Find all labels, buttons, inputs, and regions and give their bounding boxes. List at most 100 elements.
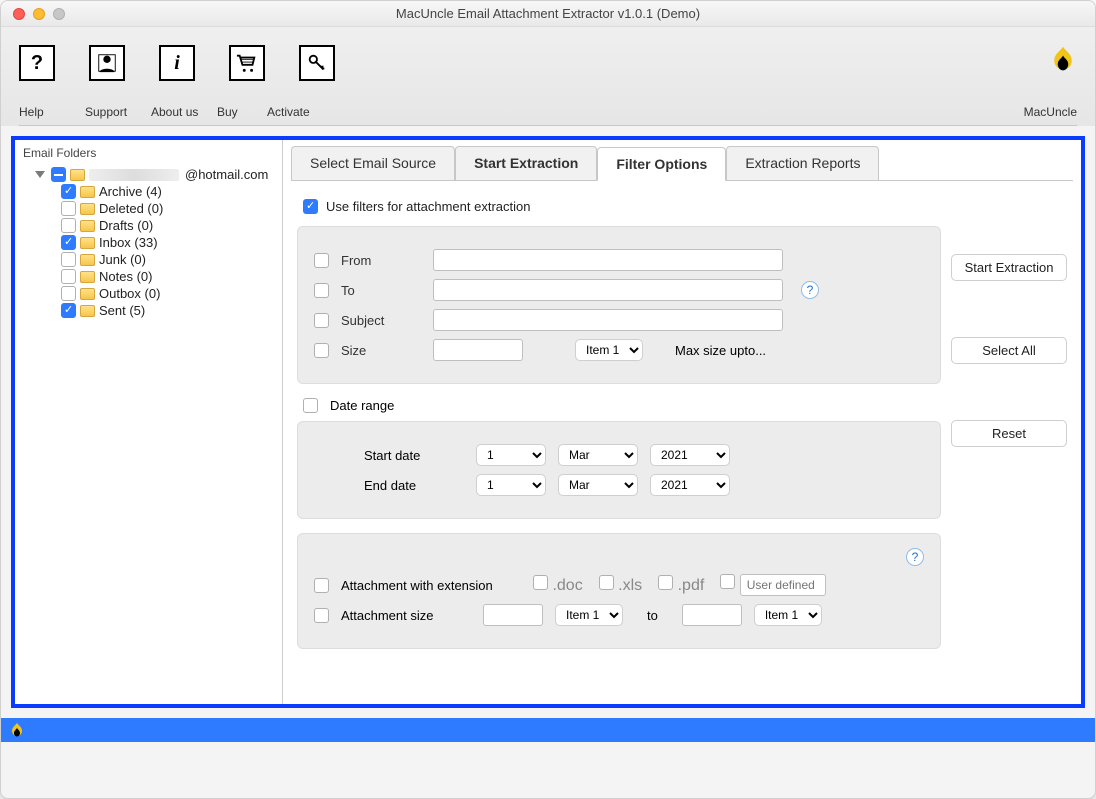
date-range-group: Start date 1 Mar 2021 End date 1 Mar 202 [297,421,941,519]
folder-row: Junk (0) [21,251,276,268]
folder-row: Archive (4) [21,183,276,200]
start-day-select[interactable]: 1 [476,444,546,466]
subject-input[interactable] [433,309,783,331]
att-ext-checkbox[interactable] [314,578,329,593]
size-input[interactable] [433,339,523,361]
folder-icon [80,254,95,266]
to-checkbox[interactable] [314,283,329,298]
sidebar: Email Folders @hotmail.com Archive (4) D… [15,140,283,704]
max-size-hint: Max size upto... [675,343,766,358]
att-size-to-input[interactable] [682,604,742,626]
question-icon: ? [31,52,43,75]
date-range-label: Date range [330,398,394,413]
buy-button[interactable] [229,45,265,81]
folder-row: Outbox (0) [21,285,276,302]
folder-row: Drafts (0) [21,217,276,234]
sidebar-title: Email Folders [21,144,276,166]
ext-doc-label: .doc [552,577,582,594]
att-size-from-unit[interactable]: Item 1 [555,604,623,626]
folder-label[interactable]: Notes (0) [99,269,152,284]
date-range-checkbox[interactable] [303,398,318,413]
activate-label[interactable]: Activate [267,105,317,119]
tab-extraction-reports[interactable]: Extraction Reports [726,146,879,180]
end-day-select[interactable]: 1 [476,474,546,496]
ext-user-checkbox[interactable] [720,574,735,589]
ext-xls-checkbox[interactable] [599,575,614,590]
from-input[interactable] [433,249,783,271]
support-button[interactable] [89,45,125,81]
from-checkbox[interactable] [314,253,329,268]
folder-checkbox[interactable] [61,218,76,233]
tab-select-source[interactable]: Select Email Source [291,146,455,180]
folder-label[interactable]: Junk (0) [99,252,146,267]
folder-row: Deleted (0) [21,200,276,217]
minimize-icon[interactable] [33,8,45,20]
subject-label: Subject [341,313,421,328]
ext-doc-checkbox[interactable] [533,575,548,590]
ext-xls-label: .xls [618,577,642,594]
about-button[interactable]: i [159,45,195,81]
folder-icon [80,203,95,215]
folder-checkbox[interactable] [61,252,76,267]
end-year-select[interactable]: 2021 [650,474,730,496]
folder-label[interactable]: Sent (5) [99,303,145,318]
account-row[interactable]: @hotmail.com [21,166,276,183]
to-input[interactable] [433,279,783,301]
folder-checkbox[interactable] [61,201,76,216]
text-filters-group: From To? Subject Size Item 1 Max size up… [297,226,941,384]
close-icon[interactable] [13,8,25,20]
account-checkbox[interactable] [51,167,66,182]
status-bar [1,718,1095,742]
account-name-redacted [89,169,179,181]
size-checkbox[interactable] [314,343,329,358]
att-size-checkbox[interactable] [314,608,329,623]
help-icon[interactable]: ? [906,548,924,566]
folder-checkbox[interactable] [61,184,76,199]
about-label[interactable]: About us [151,105,201,119]
end-month-select[interactable]: Mar [558,474,638,496]
folder-label[interactable]: Drafts (0) [99,218,153,233]
use-filters-checkbox[interactable] [303,199,318,214]
account-suffix: @hotmail.com [185,167,268,182]
folder-label[interactable]: Inbox (33) [99,235,158,250]
help-icon[interactable]: ? [801,281,819,299]
att-size-to-unit[interactable]: Item 1 [754,604,822,626]
info-icon: i [174,52,180,75]
brand-icon-small [9,722,25,738]
size-unit-select[interactable]: Item 1 [575,339,643,361]
folder-icon [80,288,95,300]
att-size-from-input[interactable] [483,604,543,626]
folder-checkbox[interactable] [61,235,76,250]
select-all-button[interactable]: Select All [951,337,1067,364]
folder-checkbox[interactable] [61,269,76,284]
activate-button[interactable] [299,45,335,81]
ext-pdf-checkbox[interactable] [658,575,673,590]
support-label[interactable]: Support [85,105,135,119]
to-word: to [647,608,658,623]
help-button[interactable]: ? [19,45,55,81]
end-date-label: End date [364,478,464,493]
reset-button[interactable]: Reset [951,420,1067,447]
folder-row: Notes (0) [21,268,276,285]
tab-start-extraction[interactable]: Start Extraction [455,146,597,180]
to-label: To [341,283,421,298]
folder-label[interactable]: Deleted (0) [99,201,163,216]
folder-label[interactable]: Outbox (0) [99,286,160,301]
folder-checkbox[interactable] [61,286,76,301]
brand-label[interactable]: MacUncle [1024,105,1077,119]
tab-filter-options[interactable]: Filter Options [597,147,726,181]
subject-checkbox[interactable] [314,313,329,328]
help-label[interactable]: Help [19,105,69,119]
from-label: From [341,253,421,268]
folder-label[interactable]: Archive (4) [99,184,162,199]
buy-label[interactable]: Buy [217,105,251,119]
start-year-select[interactable]: 2021 [650,444,730,466]
maximize-icon [53,8,65,20]
brand-logo [1049,45,1077,78]
key-icon [306,52,328,74]
start-month-select[interactable]: Mar [558,444,638,466]
ext-user-input[interactable] [740,574,826,596]
start-extraction-button[interactable]: Start Extraction [951,254,1067,281]
disclosure-triangle-icon[interactable] [35,171,45,178]
folder-checkbox[interactable] [61,303,76,318]
